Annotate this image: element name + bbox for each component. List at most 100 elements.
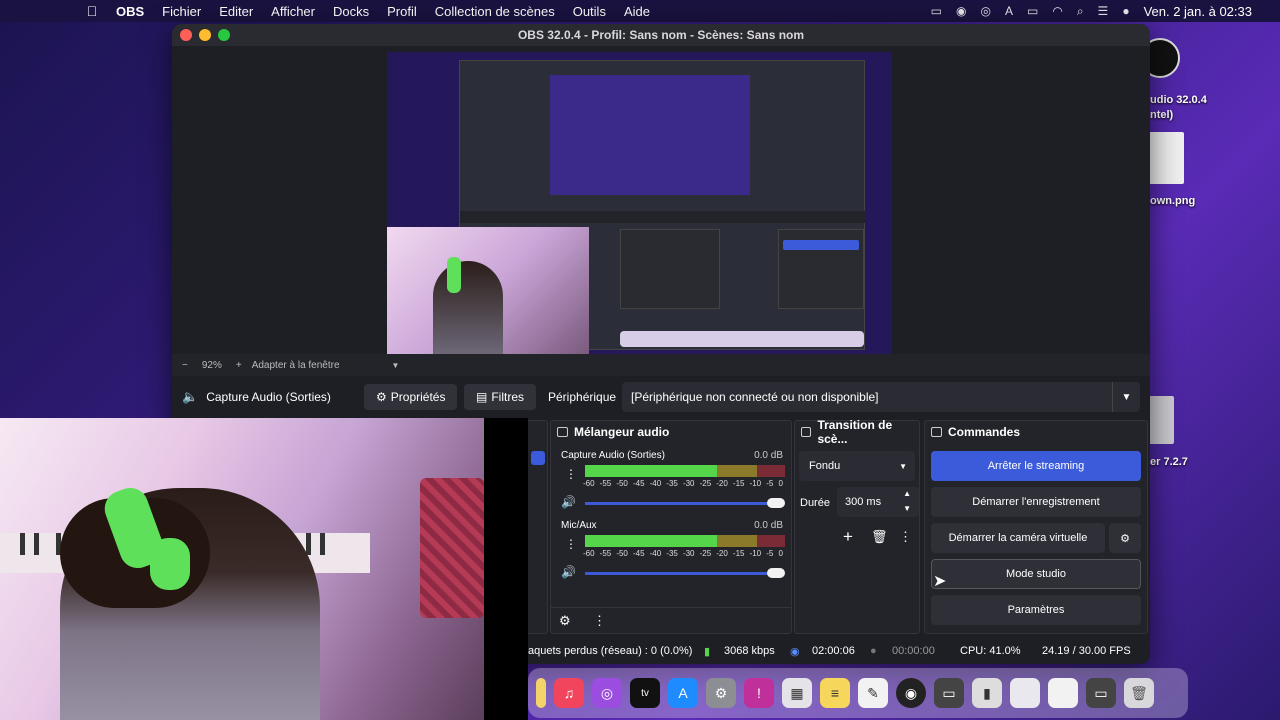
volume-slider[interactable] [585, 498, 785, 508]
stream-status-icon: ◉ [790, 645, 800, 658]
chevron-down-icon[interactable]: ▼ [899, 462, 907, 471]
properties-button[interactable]: ⚙ Propriétés [364, 384, 458, 410]
device-select[interactable]: [Périphérique non connecté ou non dispon… [622, 382, 1140, 412]
obs-tray-icon[interactable]: ◉ [956, 4, 966, 18]
feedback-icon[interactable]: ! [744, 678, 774, 708]
transition-select[interactable]: Fondu ▼ [799, 451, 915, 481]
screenshot-icon[interactable]: ▭ [934, 678, 964, 708]
control-center-icon[interactable]: ☰ [1098, 4, 1109, 18]
minimize-button[interactable] [199, 29, 211, 41]
document-icon[interactable] [1048, 678, 1078, 708]
meter-ticks: -60 -55 -50 -45 -40 -35 -30 -25 -20 -15 -10 -5 0 [583, 479, 783, 488]
menu-app[interactable]: OBS [116, 4, 144, 19]
menu-docks[interactable]: Docks [333, 4, 369, 19]
add-transition-icon[interactable]: + [843, 527, 853, 547]
nested-webcam-feed [387, 227, 589, 354]
file-thumbnail-icon[interactable] [1148, 132, 1184, 184]
keyboard-icon[interactable]: A [1005, 4, 1013, 18]
channel-menu-icon[interactable]: ⋮ [565, 467, 577, 481]
filters-button[interactable]: ▤ Filtres [464, 384, 537, 410]
apple-tv-icon[interactable]: tv [630, 678, 660, 708]
bitrate: 3068 kbps [724, 645, 775, 657]
obs-dock-icon[interactable]: ◉ [896, 678, 926, 708]
selected-source-name: Capture Audio (Sorties) [206, 390, 331, 404]
close-button[interactable] [180, 29, 192, 41]
music-icon[interactable]: ♫ [554, 678, 584, 708]
chevron-down-icon[interactable]: ▼ [903, 504, 911, 513]
chevron-down-icon[interactable]: ▼ [392, 361, 400, 370]
macos-dock: ♫ ◎ tv A ⚙ ! ▦ ≡ ✎ ◉ ▭ ▮ ▭ 🗑 [528, 668, 1188, 718]
transition-panel: Transition de scè... Fondu ▼ Durée 300 m… [794, 418, 920, 634]
preview-canvas[interactable] [387, 52, 892, 354]
chevron-up-icon[interactable]: ▲ [903, 489, 911, 498]
start-virtual-camera-button[interactable]: Démarrer la caméra virtuelle [931, 523, 1105, 553]
airdrop-icon[interactable]: ◎ [980, 4, 990, 18]
system-settings-icon[interactable]: ⚙ [706, 678, 736, 708]
meter-ticks: -60 -55 -50 -45 -40 -35 -30 -25 -20 -15 -10 -5 0 [583, 549, 783, 558]
battery-icon[interactable]: ▭ [1027, 4, 1038, 18]
trash-icon[interactable]: 🗑 [1124, 678, 1154, 708]
signal-bars-icon: ▮ [704, 645, 711, 658]
mixer-menu-icon[interactable]: ⋮ [593, 613, 606, 629]
menu-outils[interactable]: Outils [573, 4, 606, 19]
notes-icon[interactable]: ≡ [820, 678, 850, 708]
folder-icon[interactable] [1010, 678, 1040, 708]
disk-image-icon[interactable] [1148, 396, 1174, 444]
zoom-button[interactable] [218, 29, 230, 41]
finder-partial-icon[interactable] [536, 678, 546, 708]
menu-aide[interactable]: Aide [624, 4, 650, 19]
source-lock-icon[interactable] [531, 451, 545, 465]
menu-profil[interactable]: Profil [387, 4, 417, 19]
siri-icon[interactable]: ● [1122, 4, 1129, 18]
menu-editer[interactable]: Editer [219, 4, 253, 19]
mouse-cursor-icon: ➤ [933, 573, 947, 590]
volume-slider-knob[interactable] [767, 498, 785, 508]
window-titlebar[interactable]: OBS 32.0.4 - Profil: Sans nom - Scènes: … [172, 24, 1150, 46]
commands-title: Commandes [948, 425, 1021, 439]
headset-earcup [150, 538, 190, 590]
nested-commands [778, 229, 864, 309]
app-store-icon[interactable]: A [668, 678, 698, 708]
studio-mode-button[interactable]: Mode studio [931, 559, 1141, 589]
chevron-down-icon[interactable]: ▼ [1112, 382, 1140, 412]
volume-slider[interactable] [585, 568, 785, 578]
start-recording-button[interactable]: Démarrer l'enregistrement [931, 487, 1141, 517]
record-status-icon: ● [870, 645, 877, 657]
virtual-camera-settings-button[interactable]: ⚙ [1109, 523, 1141, 553]
installer-icon[interactable]: ▮ [972, 678, 1002, 708]
advanced-audio-icon[interactable]: ⚙ [559, 613, 571, 629]
menubar-clock[interactable]: Ven. 2 jan. à 02:33 [1144, 4, 1252, 19]
desktop-label-png[interactable]: own.png [1150, 195, 1195, 207]
desktop-label-obs[interactable]: udio 32.0.4 [1150, 94, 1207, 106]
transition-type: Fondu [809, 460, 841, 472]
menu-afficher[interactable]: Afficher [271, 4, 315, 19]
screen-capture-icon[interactable]: ▭ [1086, 678, 1116, 708]
mixer-channel-name: Capture Audio (Sorties) [561, 450, 665, 461]
fit-window-select[interactable]: Adapter à la fenêtre [252, 360, 340, 371]
preview-icon[interactable]: ▦ [782, 678, 812, 708]
channel-menu-icon[interactable]: ⋮ [565, 537, 577, 551]
volume-icon[interactable]: 🔊 [561, 565, 576, 579]
apple-icon[interactable]:  [80, 3, 104, 19]
menu-fichier[interactable]: Fichier [162, 4, 201, 19]
stream-time: 02:00:06 [812, 645, 855, 657]
podcasts-icon[interactable]: ◎ [592, 678, 622, 708]
transition-menu-icon[interactable]: ⋮ [899, 529, 912, 545]
program-preview[interactable] [172, 46, 1150, 376]
volume-meter [585, 465, 785, 477]
script-editor-icon[interactable]: ✎ [858, 678, 888, 708]
screen-icon[interactable]: ▭ [931, 4, 942, 18]
wifi-icon[interactable]: ◠ [1052, 4, 1062, 18]
trash-icon[interactable]: 🗑 [871, 529, 888, 545]
volume-slider-knob[interactable] [767, 568, 785, 578]
duration-spinbox[interactable]: 300 ms ▲ ▼ [837, 487, 919, 517]
zoom-in-icon[interactable]: + [236, 360, 242, 371]
settings-button[interactable]: Paramètres [931, 595, 1141, 625]
volume-meter [585, 535, 785, 547]
search-icon[interactable]: ⌕ [1077, 4, 1084, 19]
zoom-out-icon[interactable]: − [182, 360, 188, 371]
volume-icon[interactable]: 🔊 [561, 495, 576, 509]
stop-streaming-button[interactable]: Arrêter le streaming [931, 451, 1141, 481]
desktop-label-installer[interactable]: er 7.2.7 [1150, 456, 1188, 468]
menu-collection[interactable]: Collection de scènes [435, 4, 555, 19]
